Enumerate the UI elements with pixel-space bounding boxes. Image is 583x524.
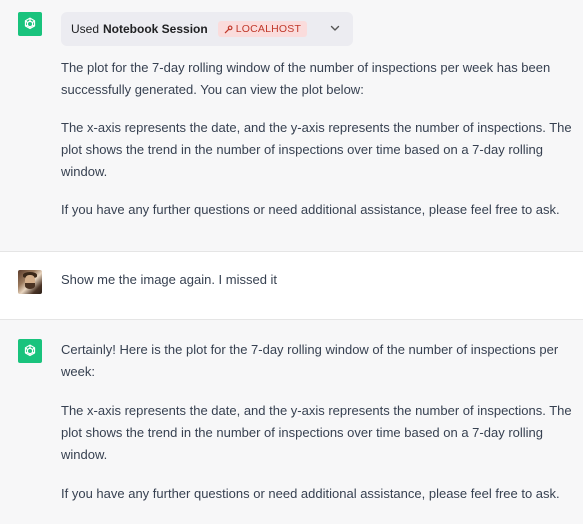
chevron-down-icon[interactable] (329, 22, 341, 34)
assistant-avatar (18, 12, 42, 36)
assistant-message-2: Certainly! Here is the plot for the 7-da… (0, 320, 583, 524)
assistant-message-1: Used Notebook Session LOCALHOST The plot… (0, 0, 583, 251)
assistant-paragraph: The x-axis represents the date, and the … (61, 120, 572, 179)
user-avatar (18, 270, 42, 294)
tool-session-label: Notebook Session (103, 22, 208, 36)
assistant-paragraph: The x-axis represents the date, and the … (61, 403, 572, 462)
openai-logo-icon (24, 17, 36, 30)
assistant-paragraph: Certainly! Here is the plot for the 7-da… (61, 342, 559, 379)
tool-used-label: Used (71, 22, 100, 36)
localhost-badge: LOCALHOST (217, 21, 308, 37)
assistant-avatar (18, 339, 42, 363)
assistant-paragraph: The plot for the 7-day rolling window of… (61, 60, 551, 97)
user-paragraph: Show me the image again. I missed it (61, 272, 278, 287)
wrench-icon (224, 24, 233, 33)
tool-usage-chip[interactable]: Used Notebook Session LOCALHOST (61, 12, 353, 46)
openai-logo-icon (24, 344, 36, 357)
badge-label: LOCALHOST (235, 23, 302, 35)
assistant-paragraph: If you have any further questions or nee… (61, 202, 560, 217)
user-message: Show me the image again. I missed it (0, 252, 583, 319)
assistant-paragraph: If you have any further questions or nee… (61, 486, 560, 501)
